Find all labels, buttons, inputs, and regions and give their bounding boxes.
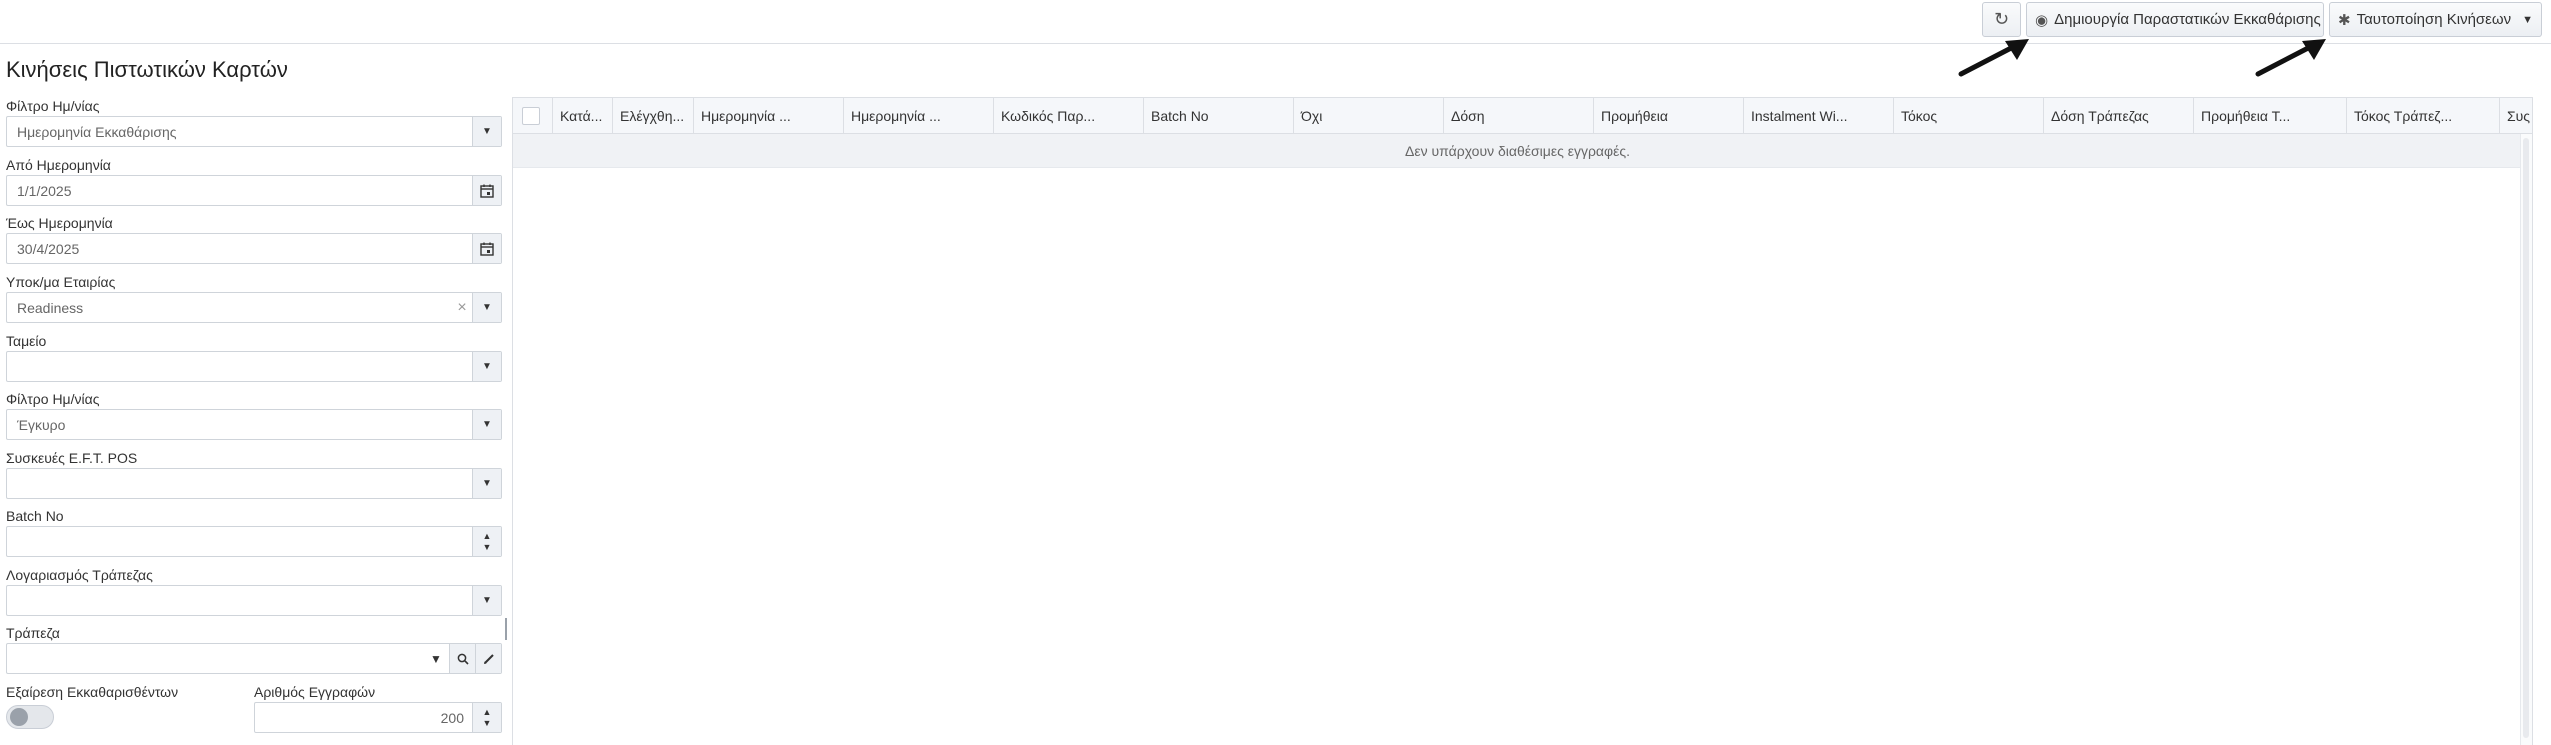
date-filter-select[interactable]: Ημερομηνία Εκκαθάρισης ▼ [6,116,502,147]
bank-lookup-field[interactable]: ▼ [6,643,502,674]
calendar-icon[interactable] [472,234,501,263]
chevron-down-icon[interactable]: ▼ [472,117,501,146]
chevron-down-icon[interactable]: ▼ [483,542,492,553]
validity-filter-value: Έγκυρο [17,416,66,433]
number-stepper[interactable]: ▲ ▼ [472,527,501,556]
date-filter-value: Ημερομηνία Εκκαθάρισης [17,123,177,140]
grid-header: Κατά... Ελέγχθη... Ημερομηνία ... Ημερομ… [513,98,2532,134]
column-header[interactable]: Instalment Wi... [1744,98,1894,134]
to-date-label: Έως Ημερομηνία [6,215,113,231]
calendar-icon[interactable] [472,176,501,205]
transactions-grid: Κατά... Ελέγχθη... Ημερομηνία ... Ημερομ… [512,97,2533,745]
bank-account-select[interactable]: ▼ [6,585,502,616]
cashier-label: Ταμείο [6,333,47,349]
branch-value: Readiness [17,299,84,316]
scrollbar-thumb[interactable] [2523,138,2529,738]
batch-no-label: Batch No [6,508,64,524]
branch-label: Υποκ/μα Εταιρίας [6,274,116,290]
from-date-value: 1/1/2025 [17,182,72,199]
clear-icon[interactable]: × [452,299,472,317]
column-header[interactable]: Όχι [1294,98,1444,134]
column-header[interactable]: Ημερομηνία ... [844,98,994,134]
records-count-input[interactable]: 200 ▲ ▼ [254,702,502,733]
panel-splitter[interactable] [505,618,507,640]
exclude-settled-label: Εξαίρεση Εκκαθαρισθέντων [6,684,179,700]
chevron-down-icon[interactable]: ▼ [472,352,501,381]
eft-pos-label: Συσκευές E.F.T. POS [6,450,138,466]
edit-icon[interactable] [475,644,501,673]
refresh-button[interactable]: ↻ [1982,2,2021,37]
column-header[interactable]: Κωδικός Παρ... [994,98,1144,134]
chevron-down-icon[interactable]: ▼ [472,293,501,322]
column-header[interactable]: Ημερομηνία ... [694,98,844,134]
page-title: Κινήσεις Πιστωτικών Καρτών [6,57,288,82]
vertical-scrollbar[interactable] [2520,134,2532,745]
chevron-down-icon[interactable]: ▼ [472,586,501,615]
empty-message: Δεν υπάρχουν διαθέσιμες εγγραφές. [513,134,2522,168]
from-date-field[interactable]: 1/1/2025 [6,175,502,206]
column-header[interactable]: Τόκος [1894,98,2044,134]
toggle-knob [10,708,28,726]
column-header[interactable]: Batch No [1144,98,1294,134]
puzzle-icon: ✱ [2338,11,2351,29]
column-header[interactable]: Ελέγχθη... [613,98,694,134]
chevron-down-icon[interactable]: ▼ [483,718,492,729]
chevron-up-icon[interactable]: ▲ [483,707,492,718]
number-stepper[interactable]: ▲ ▼ [472,703,501,732]
from-date-label: Από Ημερομηνία [6,157,111,173]
chevron-down-icon[interactable]: ▼ [472,469,501,498]
select-all-checkbox[interactable] [522,107,540,125]
bank-label: Τράπεζα [6,625,60,641]
eft-pos-select[interactable]: ▼ [6,468,502,499]
column-header[interactable]: Κατά... [553,98,613,134]
bank-account-label: Λογαριασμός Τράπεζας [6,567,153,583]
records-count-value: 200 [440,709,464,726]
chevron-up-icon[interactable]: ▲ [483,531,492,542]
match-transactions-label: Ταυτοποίηση Κινήσεων [2356,11,2512,28]
create-settlement-documents-label: Δημιουργία Παραστατικών Εκκαθάρισης [2054,11,2321,28]
column-header[interactable]: Συς [2500,98,2532,134]
column-header[interactable]: Προμήθεια Τ... [2194,98,2347,134]
column-header[interactable]: Δόση [1444,98,1594,134]
record-icon: ◉ [2035,11,2049,29]
to-date-value: 30/4/2025 [17,240,80,257]
validity-filter-select[interactable]: Έγκυρο ▼ [6,409,502,440]
exclude-settled-toggle[interactable] [6,705,54,729]
annotation-arrow-icon [1958,39,2029,77]
top-toolbar: ↻ ◉ Δημιουργία Παραστατικών Εκκαθάρισης … [0,0,2551,44]
refresh-icon: ↻ [1993,9,2010,29]
column-header[interactable]: Προμήθεια [1594,98,1744,134]
cashier-select[interactable]: ▼ [6,351,502,382]
search-icon[interactable] [449,644,475,673]
chevron-down-icon[interactable]: ▼ [472,410,501,439]
to-date-field[interactable]: 30/4/2025 [6,233,502,264]
records-count-label: Αριθμός Εγγραφών [254,684,376,700]
annotation-arrow-icon [2255,39,2326,77]
chevron-down-icon: ▼ [2522,13,2533,26]
date-filter2-label: Φίλτρο Ημ/νίας [6,391,100,407]
branch-select[interactable]: Readiness × ▼ [6,292,502,323]
column-header[interactable]: Τόκος Τράπεζ... [2347,98,2500,134]
column-header[interactable]: Δόση Τράπεζας [2044,98,2194,134]
create-settlement-documents-button[interactable]: ◉ Δημιουργία Παραστατικών Εκκαθάρισης [2026,2,2324,37]
date-filter-label: Φίλτρο Ημ/νίας [6,98,100,114]
batch-no-input[interactable]: ▲ ▼ [6,526,502,557]
select-all-column[interactable] [513,98,553,134]
chevron-down-icon[interactable]: ▼ [423,644,449,673]
match-transactions-button[interactable]: ✱ Ταυτοποίηση Κινήσεων ▼ [2329,2,2542,37]
